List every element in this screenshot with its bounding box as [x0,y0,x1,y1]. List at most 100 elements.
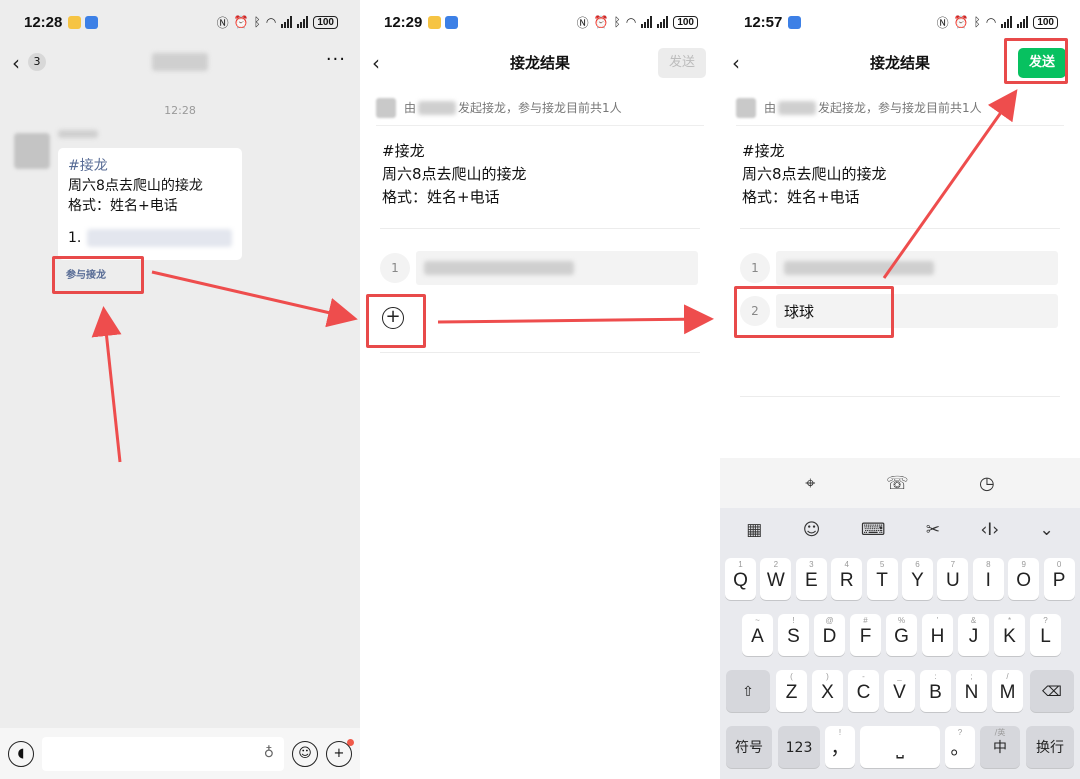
key-d[interactable]: @ D [814,614,845,656]
keyboard-icon[interactable]: ⌨ [861,520,886,540]
list-item: 1 [380,251,698,285]
chat-header: ‹ 3 ··· [0,44,360,80]
key-f[interactable]: # F [850,614,881,656]
key-e[interactable]: 3E [795,558,827,600]
entry-number: 1 [380,253,410,283]
space-key[interactable]: ⎵ [860,726,940,768]
entry-field[interactable] [776,251,1058,285]
jielong-format: 格式：姓名+电话 [742,188,860,206]
scissors-icon[interactable]: ✂ [926,520,940,540]
plus-icon[interactable]: + [326,738,354,767]
chat-input-bar: ◖ ♁ ☺ + [0,728,360,779]
jielong-format: 格式：姓名+电话 [382,188,500,206]
numbers-key[interactable]: 123 [778,726,820,768]
key-c[interactable]: -C [848,670,879,712]
signal-icon [1001,16,1013,28]
key-label: 换行 [1036,740,1064,756]
back-icon[interactable]: ‹ [732,51,740,75]
key-s[interactable]: ! S [778,614,809,656]
key-p[interactable]: 0P [1043,558,1075,600]
info-prefix: 由 [404,101,417,115]
info-suffix: 发起接龙，参与接龙目前共1人 [818,101,982,115]
key-hint: 5 [879,560,885,569]
battery-indicator: 100 [673,15,698,29]
phone-icon[interactable]: ☏ [886,473,909,494]
status-bar: 12:28 Ⓝ ⏰ ᛒ ◠ 100 [0,0,360,44]
key-g[interactable]: % G [886,614,917,656]
wifi-icon: ◠ [985,15,997,29]
jielong-title: 周六8点去爬山的接龙 [68,178,203,194]
key-z[interactable]: (Z [776,670,807,712]
key-a[interactable]: ~ A [742,614,773,656]
entry-field[interactable] [416,251,698,285]
cursor-move-icon[interactable]: ‹I› [980,520,999,540]
key-k[interactable]: * K [994,614,1025,656]
key-w[interactable]: 2W [760,558,792,600]
app-notification-icon [85,15,99,29]
key-l[interactable]: ? L [1030,614,1061,656]
alarm-icon: ⏰ [593,15,609,29]
key-i[interactable]: 8I [972,558,1004,600]
key-r[interactable]: 4R [831,558,863,600]
key-label: ⇧ [742,684,754,700]
apps-grid-icon[interactable]: ▦ [746,520,762,540]
more-icon[interactable]: ··· [326,49,346,70]
key-y[interactable]: 6Y [902,558,933,600]
divider [380,228,700,229]
battery-indicator: 100 [313,15,338,29]
microphone-icon[interactable]: ♁ [264,745,274,761]
hide-keyboard-icon[interactable]: ⌄ [1040,520,1054,540]
key-t[interactable]: 5T [866,558,898,600]
message-input[interactable]: ♁ [42,736,284,771]
location-icon[interactable]: ⌖ [805,473,815,494]
key-o[interactable]: 9O [1008,558,1040,600]
key-b[interactable]: :B [920,670,951,712]
emoji-icon[interactable]: ☺ [292,740,318,767]
app-notification-icon [788,15,802,29]
clock-icon[interactable]: ◷ [979,473,995,494]
key-label: D [822,626,837,647]
key-hint: 8 [986,560,991,569]
unread-badge[interactable]: 3 [28,53,46,71]
list-item: 1 [740,251,1058,285]
jielong-message-bubble[interactable]: #接龙 周六8点去爬山的接龙 格式：姓名+电话 1. [58,148,242,260]
key-q[interactable]: 1Q [725,558,756,600]
comma-key[interactable]: !， [825,726,855,768]
send-button[interactable]: 发送 [658,48,706,78]
key-j[interactable]: & J [958,614,989,656]
back-icon[interactable]: ‹ [12,51,20,75]
bluetooth-icon: ᛒ [613,15,621,29]
key-hint: 4 [844,560,849,569]
key-label: F [859,626,872,647]
voice-toggle-icon[interactable]: ◖ [8,740,34,767]
page-header: ‹ 接龙结果 发送 [360,44,720,80]
key-u[interactable]: 7U [937,558,969,600]
emoji-icon[interactable]: ☺ [803,520,821,540]
entry-number: 1 [740,253,770,283]
key-label: V [893,682,906,703]
language-switch-key[interactable]: /英中 [980,726,1020,768]
key-x[interactable]: ) X [812,670,843,712]
status-time: 12:29 [384,13,423,31]
weather-app-icon [428,15,442,29]
battery-indicator: 100 [1033,15,1058,29]
key-n[interactable]: ; N [956,670,987,712]
jielong-description: #接龙 周六8点去爬山的接龙 格式：姓名+电话 [382,140,527,209]
key-label: X [821,682,834,703]
period-key[interactable]: ?。 [945,726,975,768]
key-label: ⌫ [1042,684,1062,700]
shift-key[interactable]: ⇧ [726,670,770,712]
enter-key[interactable]: 换行 [1026,726,1074,768]
key-label: S [787,626,800,647]
symbols-key[interactable]: 符号 [726,726,772,768]
key-h[interactable]: ' H [922,614,953,656]
backspace-key[interactable]: ⌫ [1030,670,1074,712]
key-v[interactable]: _ V [884,670,915,712]
key-label: U [946,570,960,591]
back-icon[interactable]: ‹ [372,51,380,75]
avatar[interactable] [14,133,50,169]
key-label: ， [830,738,850,759]
input-toolbar: ⌖ ☏ ◷ [720,458,1080,508]
key-m[interactable]: / M [992,670,1023,712]
alarm-icon: ⏰ [953,15,969,29]
